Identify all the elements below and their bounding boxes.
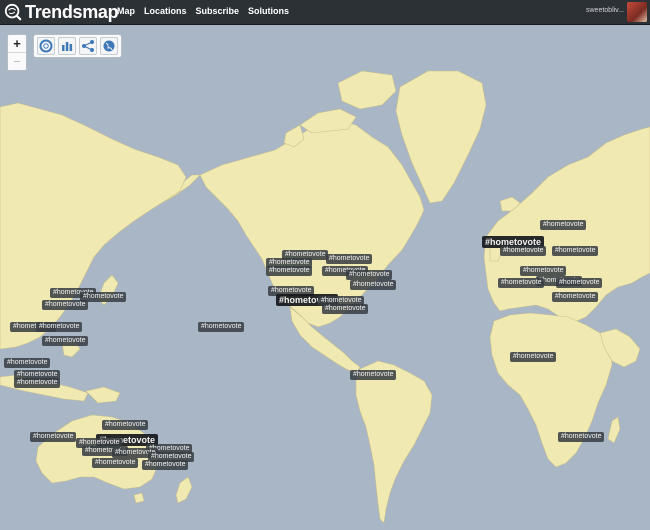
lifebuoy-button[interactable] [37,37,55,55]
trend-tag[interactable]: #hometovote [558,432,605,442]
nav-map[interactable]: Map [117,6,135,16]
statistics-button[interactable] [58,37,76,55]
trend-tag[interactable]: #hometovote [350,280,397,290]
top-bar: Trendsmap Map Locations Subscribe Soluti… [0,0,650,25]
trend-tag[interactable]: #hometovote [520,266,567,276]
trend-tag[interactable]: #hometovote [498,278,545,288]
trend-tag[interactable]: #hometovote [556,278,603,288]
trend-tag[interactable]: #hometovote [552,246,599,256]
trend-tag[interactable]: #hometovote [326,254,373,264]
zoom-control: + − [7,34,27,71]
bar-chart-icon [62,42,73,51]
share-button[interactable] [79,37,97,55]
nav-solutions[interactable]: Solutions [248,6,289,16]
zoom-out-button[interactable]: − [8,53,26,70]
zoom-in-button[interactable]: + [8,35,26,53]
trend-tag[interactable]: #hometovote [552,292,599,302]
logo-text: Trendsmap [25,1,119,22]
lifebuoy-icon [39,39,53,53]
trend-tag[interactable]: #hometovote [266,266,313,276]
trendsmap-logo-icon [4,3,22,21]
share-icon [82,40,94,52]
trend-tag[interactable]: #hometovote [4,358,51,368]
trend-tag[interactable]: #hometovote [36,322,83,332]
trend-tag[interactable]: #hometovote [142,460,189,470]
trend-tag[interactable]: #hometovote [500,246,547,256]
trend-tag[interactable]: #hometovote [510,352,557,362]
trend-tag[interactable]: #hometovote [350,370,397,380]
nav-subscribe[interactable]: Subscribe [196,6,240,16]
trend-tag[interactable]: #hometovote [540,220,587,230]
trend-tag[interactable]: #hometovote [42,336,89,346]
map-toolbar [33,34,122,58]
trend-tag[interactable]: #hometovote [14,378,61,388]
trendsmap-logo[interactable]: Trendsmap [4,1,119,22]
trend-tag[interactable]: #hometovote [42,300,89,310]
trend-tag[interactable]: #hometovote [198,322,245,332]
trend-tag[interactable]: #hometovote [346,270,393,280]
trend-tag[interactable]: #hometovote [92,458,139,468]
tasmania [133,492,145,504]
avatar[interactable] [627,2,647,22]
trend-tag[interactable]: #hometovote [102,420,149,430]
trend-tag[interactable]: #hometovote [30,432,77,442]
main-nav: Map Locations Subscribe Solutions [117,6,289,16]
username[interactable]: sweetobliv... [586,7,624,14]
nav-locations[interactable]: Locations [144,6,187,16]
globe-icon [103,40,115,52]
trend-tag[interactable]: #hometovote [322,304,369,314]
globe-button[interactable] [100,37,118,55]
